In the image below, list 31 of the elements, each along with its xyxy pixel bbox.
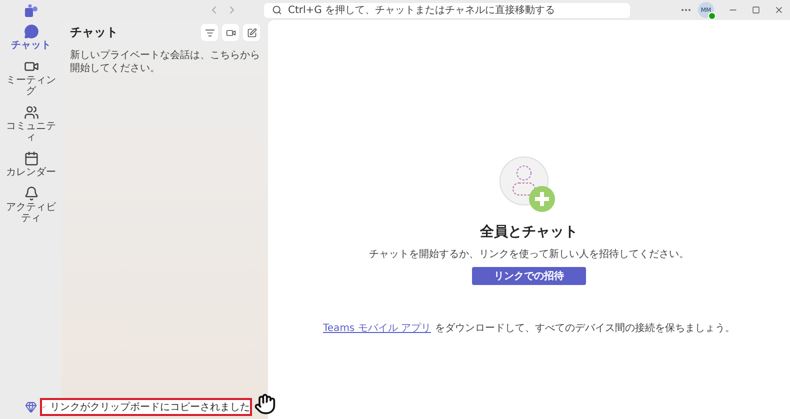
- video-camera-icon: [24, 59, 38, 74]
- search-icon: [272, 5, 282, 15]
- download-text: Teams モバイル アプリ をダウンロードして、すべてのデバイス間の接続を保ちましょう。: [323, 322, 735, 335]
- empty-title: 全員とチャット: [480, 223, 578, 241]
- chat-icon: [24, 24, 38, 39]
- close-icon[interactable]: [774, 5, 784, 15]
- nav-item[interactable]: ミーティング: [2, 57, 60, 99]
- nav-item[interactable]: アクティビティ: [2, 184, 60, 226]
- empty-description: チャットを開始するか、リンクを使って新しい人を招待してください。: [369, 248, 689, 261]
- bell-icon: [24, 186, 38, 201]
- panel-title: チャット: [70, 24, 119, 41]
- invite-button[interactable]: リンクでの招待: [472, 267, 586, 285]
- filter-button[interactable]: [201, 24, 218, 41]
- compose-icon: [246, 28, 256, 38]
- calendar-icon: [24, 151, 38, 166]
- empty-hint: 新しいプライベートな会話は、こちらから開始してください。: [70, 49, 260, 75]
- people-icon: [24, 105, 38, 120]
- search-field[interactable]: Ctrl+G を押して、チャットまたはチャネルに直接移動する: [264, 2, 630, 18]
- maximize-icon[interactable]: [752, 6, 760, 14]
- gem-icon[interactable]: [25, 401, 37, 413]
- toast-message: リンクがクリップボードにコピーされました: [50, 400, 250, 414]
- nav-item[interactable]: カレンダー: [2, 149, 60, 180]
- mobile-app-link[interactable]: Teams モバイル アプリ: [323, 323, 431, 334]
- nav-item[interactable]: コミュニティ: [2, 103, 60, 145]
- filter-icon: [204, 28, 214, 38]
- nav-item[interactable]: チャット: [2, 22, 60, 53]
- app-logo-icon: [24, 4, 38, 18]
- new-chat-button[interactable]: [243, 24, 260, 41]
- video-camera-icon: [226, 28, 236, 38]
- search-placeholder: Ctrl+G を押して、チャットまたはチャネルに直接移動する: [288, 4, 556, 17]
- video-call-button[interactable]: [222, 24, 239, 41]
